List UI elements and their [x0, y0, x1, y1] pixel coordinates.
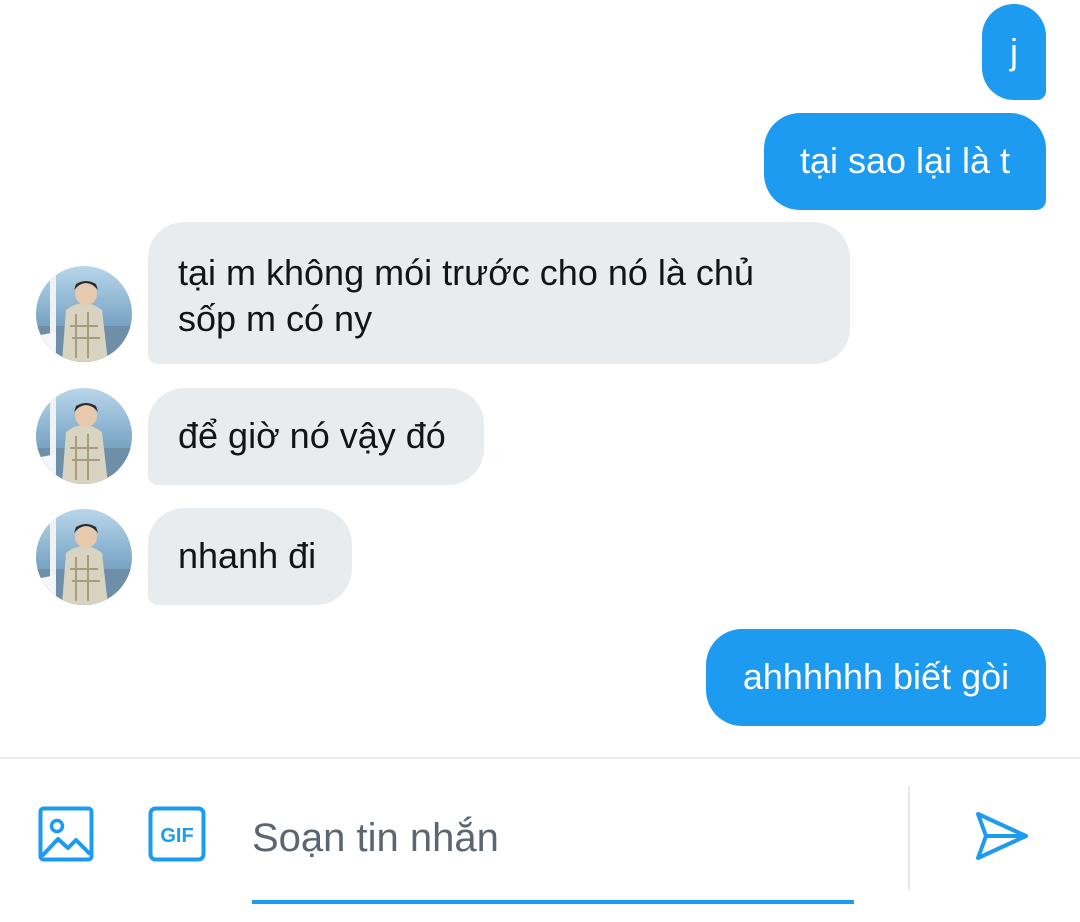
- dm-conversation-screen: j tại sao lại là t tại m không mói trước…: [0, 0, 1080, 922]
- message-text: ahhhhhh biết gòi: [742, 656, 1010, 697]
- message-text: nhanh đi: [178, 535, 317, 576]
- message-bubble-incoming[interactable]: để giờ nó vậy đó: [148, 388, 484, 485]
- gif-icon[interactable]: GIF: [148, 806, 206, 862]
- message-text: tại sao lại là t: [799, 140, 1011, 181]
- compose-input-underline: [252, 900, 854, 904]
- avatar[interactable]: [36, 509, 132, 605]
- message-bubble-incoming[interactable]: nhanh đi: [148, 508, 352, 605]
- message-bubble-outgoing[interactable]: j: [982, 4, 1046, 100]
- composer-divider: [0, 757, 1080, 759]
- image-icon[interactable]: [38, 806, 94, 862]
- message-compose-input[interactable]: Soạn tin nhắn: [252, 808, 852, 868]
- send-icon[interactable]: [972, 806, 1032, 866]
- message-bubble-outgoing[interactable]: tại sao lại là t: [764, 113, 1046, 210]
- message-text-line: sốp m có ny: [178, 298, 373, 339]
- gif-label: GIF: [160, 825, 193, 847]
- avatar-image: [36, 509, 132, 605]
- avatar-image: [36, 388, 132, 484]
- send-separator: [908, 786, 910, 890]
- avatar-image: [36, 266, 132, 362]
- avatar[interactable]: [36, 388, 132, 484]
- message-text: j: [1010, 31, 1018, 72]
- message-text: để giờ nó vậy đó: [178, 415, 446, 456]
- avatar[interactable]: [36, 266, 132, 362]
- message-bubble-incoming[interactable]: tại m không mói trước cho nó là chủ sốp …: [148, 222, 850, 364]
- message-text-line: tại m không mói trước cho nó là chủ: [178, 252, 754, 293]
- message-bubble-outgoing[interactable]: ahhhhhh biết gòi: [706, 629, 1046, 726]
